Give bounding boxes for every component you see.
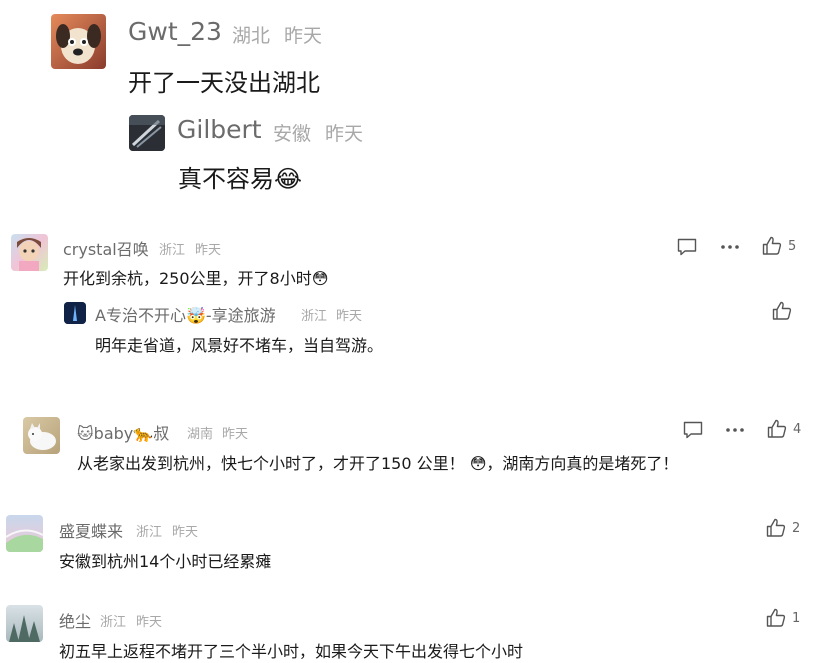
reply-location: 安徽 xyxy=(273,123,312,145)
reply-text: 明年走省道，风景好不堵车，当自驾游。 xyxy=(95,336,384,355)
more-button[interactable] xyxy=(725,421,745,439)
reply-username[interactable]: A专治不开心🤯-享途旅游 xyxy=(95,302,276,326)
like-button[interactable] xyxy=(772,301,792,321)
more-icon xyxy=(721,245,739,249)
comment-time: 昨天 xyxy=(222,427,249,442)
comment-location: 湖南 xyxy=(187,427,214,442)
like-button[interactable]: 4 xyxy=(767,419,801,439)
reply-button[interactable] xyxy=(677,238,697,256)
avatar[interactable] xyxy=(64,302,86,324)
comment-username[interactable]: crystal召唤 xyxy=(63,236,149,260)
avatar[interactable] xyxy=(129,115,165,151)
comment-time: 昨天 xyxy=(172,525,199,540)
comment-text: 安徽到杭州14个小时已经累瘫 xyxy=(59,552,272,571)
reply-time: 昨天 xyxy=(336,309,363,324)
comment-location: 浙江 xyxy=(159,243,186,258)
thumbs-up-icon xyxy=(767,419,787,438)
like-count: 4 xyxy=(793,421,802,437)
comment-text: 初五早上返程不堵开了三个半小时，如果今天下午出发得七个小时 xyxy=(59,642,524,661)
avatar[interactable] xyxy=(11,234,48,271)
like-button[interactable]: 1 xyxy=(766,608,800,628)
like-count: 5 xyxy=(788,238,797,254)
reply-button[interactable] xyxy=(683,421,703,439)
comment-location: 浙江 xyxy=(100,615,127,630)
avatar[interactable] xyxy=(51,14,106,69)
like-count: 2 xyxy=(792,520,801,536)
comment-username[interactable]: Gwt_23 xyxy=(128,17,222,46)
reply-location: 浙江 xyxy=(301,309,328,324)
comment-icon xyxy=(683,421,703,439)
reply-username[interactable]: Gilbert xyxy=(177,115,262,144)
thumbs-up-icon xyxy=(766,608,786,627)
comment-username[interactable]: 绝尘 xyxy=(59,608,91,632)
comment-icon xyxy=(677,238,697,256)
reply-text: 真不容易😂 xyxy=(178,165,303,193)
thumbs-up-icon xyxy=(766,518,786,537)
comment-time: 昨天 xyxy=(136,615,163,630)
like-button[interactable]: 5 xyxy=(762,236,796,256)
comment-text: 从老家出发到杭州，快七个小时了，才开了150 公里！ 😳，湖南方向真的是堵死了！ xyxy=(77,454,679,473)
comment-text: 开化到余杭，250公里，开了8小时😳 xyxy=(63,269,329,288)
thumbs-up-icon xyxy=(762,236,782,255)
avatar[interactable] xyxy=(6,515,43,552)
like-count: 1 xyxy=(792,610,801,626)
comment-location: 浙江 xyxy=(136,525,163,540)
comment-text: 开了一天没出湖北 xyxy=(128,69,320,97)
comment-time: 昨天 xyxy=(284,25,323,47)
comment-username[interactable]: 盛夏蝶来 xyxy=(59,518,123,542)
thumbs-up-icon xyxy=(772,301,792,320)
comment-time: 昨天 xyxy=(195,243,222,258)
more-icon xyxy=(726,428,744,432)
reply-time: 昨天 xyxy=(325,123,364,145)
comment-username[interactable]: 🐱baby🐆叔 xyxy=(77,420,169,444)
more-button[interactable] xyxy=(720,238,740,256)
like-button[interactable]: 2 xyxy=(766,518,800,538)
comment-location: 湖北 xyxy=(232,25,271,47)
avatar[interactable] xyxy=(23,417,60,454)
avatar[interactable] xyxy=(6,605,43,642)
